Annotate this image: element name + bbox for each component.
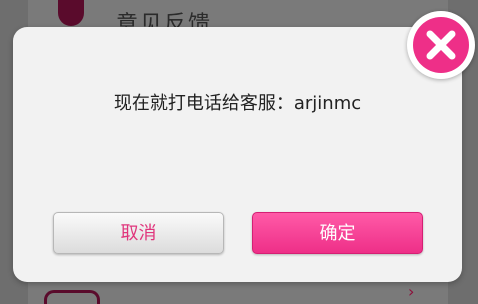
feedback-icon xyxy=(58,0,84,26)
close-button[interactable] xyxy=(407,11,475,79)
background-row-icon xyxy=(44,290,100,304)
call-service-dialog: 现在就打电话给客服：arjinmc 取消 确定 xyxy=(13,27,462,282)
close-icon xyxy=(413,17,469,73)
background-row-chevron-icon: › xyxy=(408,282,415,301)
dialog-message: 现在就打电话给客服：arjinmc xyxy=(113,93,362,114)
confirm-button[interactable]: 确定 xyxy=(252,212,423,254)
cancel-button[interactable]: 取消 xyxy=(53,212,224,254)
